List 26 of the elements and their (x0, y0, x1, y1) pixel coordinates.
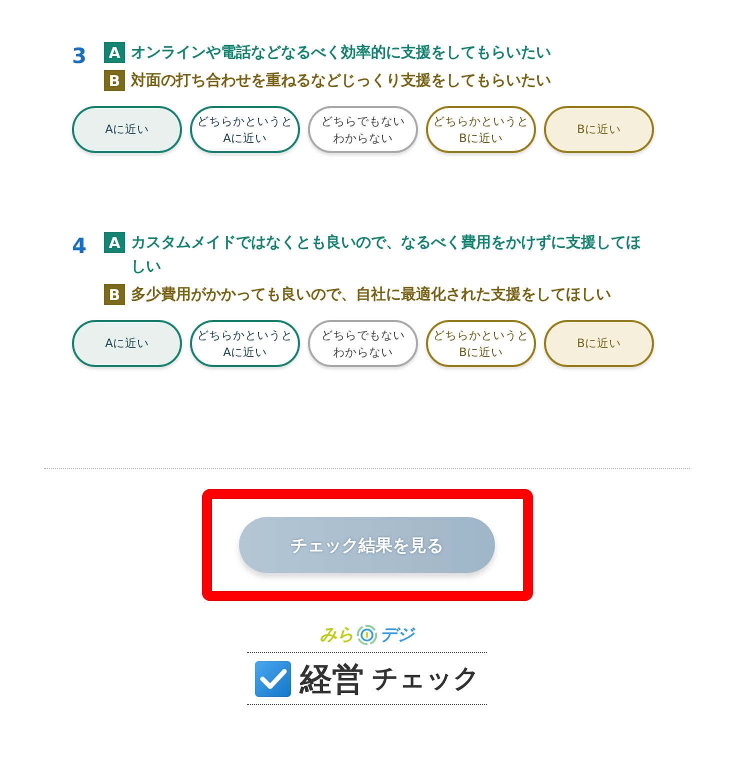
answer-option[interactable]: どちらでもない わからない (308, 106, 418, 153)
choice-text: 多少費用がかかっても良いので、自社に最適化された支援をしてほしい (131, 284, 611, 305)
answer-option[interactable]: Bに近い (544, 106, 654, 153)
question-number: 3 (72, 43, 88, 70)
answer-option[interactable]: どちらかというと Aに近い (190, 320, 300, 367)
choice-text: オンラインや電話などなるべく効率的に支援をしてもらいたい (131, 42, 551, 63)
answer-option[interactable]: Aに近い (72, 106, 182, 153)
answer-option[interactable]: Aに近い (72, 320, 182, 367)
choice-badge: A (104, 232, 125, 253)
brand-text: みら (320, 624, 354, 646)
answer-option[interactable]: どちらかというと Bに近い (426, 320, 536, 367)
answer-option[interactable]: どちらかというと Aに近い (190, 106, 300, 153)
choice-text: カスタムメイドではなくとも良いので、なるべく費用をかけずに支援してほしい (131, 232, 642, 277)
choice-badge: B (104, 70, 125, 91)
logo-title: 経営 (300, 659, 364, 699)
question-number: 4 (72, 233, 88, 260)
answer-option[interactable]: Bに近い (544, 320, 654, 367)
choice-text: 対面の打ち合わせを重ねるなどじっくり支援をしてもらいたい (131, 70, 551, 91)
answer-option[interactable]: どちらかというと Bに近い (426, 106, 536, 153)
answer-option[interactable]: どちらでもない わからない (308, 320, 418, 367)
checkbox-icon (254, 660, 292, 698)
brand-text: デジ (380, 624, 414, 646)
ring-icon (356, 624, 378, 646)
choice-badge: A (104, 42, 125, 63)
choice-badge: B (104, 284, 125, 305)
logo-title: チェック (372, 663, 480, 696)
